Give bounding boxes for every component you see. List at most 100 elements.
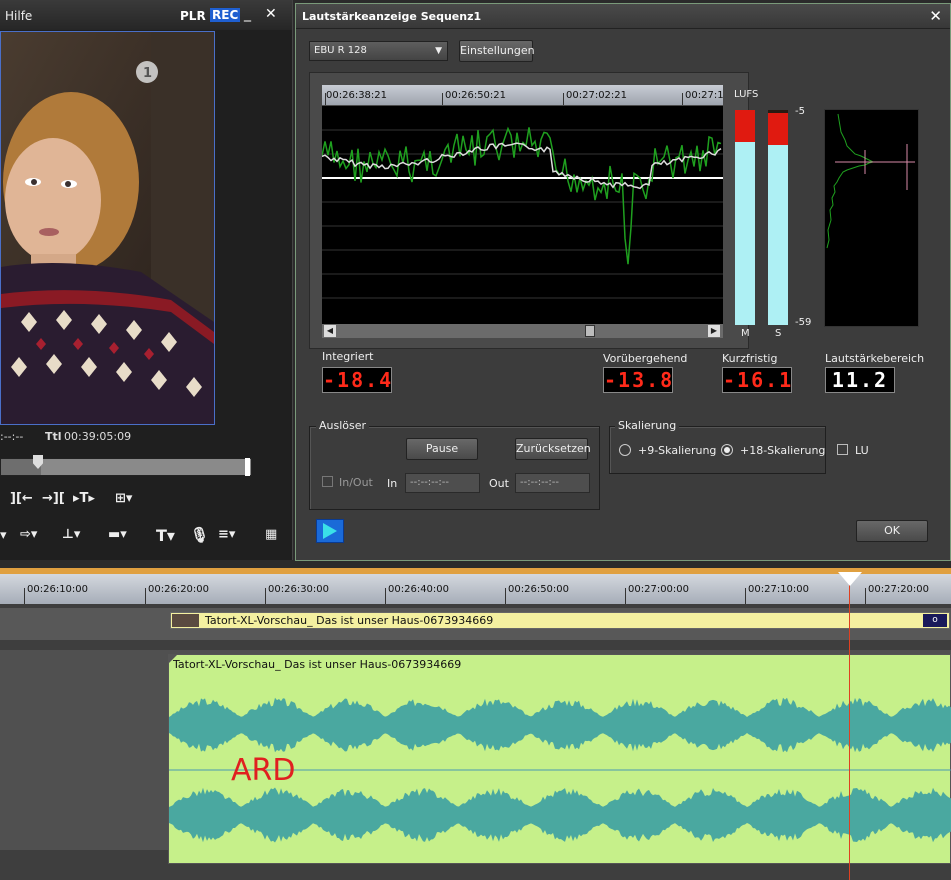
integrated-label: Integriert <box>322 350 374 363</box>
current-timecode: :--:-- <box>0 430 24 443</box>
timeline-label: 00:26:20:00 <box>148 584 210 595</box>
trigger-group-title: Auslöser <box>316 419 370 432</box>
ard-logo: 1 <box>143 66 152 81</box>
set-in-icon[interactable]: ][← <box>10 491 33 506</box>
shortterm-label: Kurzfristig <box>722 352 778 365</box>
video-clip-title: Tatort-XL-Vorschau_ Das ist unser Haus-0… <box>205 614 494 627</box>
scroll-left-icon[interactable]: ◀ <box>324 325 336 337</box>
timeline-label: 00:27:20:00 <box>868 584 930 595</box>
history-ruler: 00:26:38:21 00:26:50:21 00:27:02:21 00:2… <box>322 85 724 105</box>
video-clip[interactable]: Tatort-XL-Vorschau_ Das ist unser Haus-0… <box>170 612 950 629</box>
clip-thumbnail <box>172 614 199 627</box>
scrub-end-marker <box>245 458 250 476</box>
scale9-radio[interactable] <box>619 444 631 456</box>
timeline-ruler[interactable]: 00:26:10:00 00:26:20:00 00:26:30:00 00:2… <box>0 574 951 604</box>
loudness-history-panel: 00:26:38:21 00:26:50:21 00:27:02:21 00:2… <box>309 72 749 349</box>
dropdown-icon[interactable]: ▾ <box>0 528 7 543</box>
timeline-panel: 00:26:10:00 00:26:20:00 00:26:30:00 00:2… <box>0 568 951 880</box>
transition-icon[interactable]: ▬▾ <box>108 527 127 542</box>
export-menu-icon[interactable]: ⊞▾ <box>115 491 132 506</box>
shortterm-meter <box>768 110 788 325</box>
audio-mixer-icon[interactable]: ≡▾ <box>218 527 235 542</box>
timeline-label: 00:26:40:00 <box>388 584 450 595</box>
playhead-line[interactable] <box>849 580 850 880</box>
video-frame-image: 1 <box>1 32 214 424</box>
timeline-label: 00:27:10:00 <box>748 584 810 595</box>
in-label: In <box>387 477 398 490</box>
ruler-label: 00:27:1 <box>685 90 724 101</box>
timeline-label: 00:26:50:00 <box>508 584 570 595</box>
player-titlebar: Hilfe PLR REC _ ✕ <box>0 0 292 30</box>
loudness-range-label: Lautstärkebereich <box>825 352 925 365</box>
lu-checkbox[interactable] <box>837 444 848 455</box>
help-menu[interactable]: Hilfe <box>5 9 32 23</box>
microphone-icon[interactable]: 🎙 <box>190 526 209 544</box>
histogram-plot <box>826 113 915 249</box>
settings-button[interactable]: Einstellungen <box>459 40 535 62</box>
marker-icon[interactable]: ⊥▾ <box>62 527 80 542</box>
scroll-right-icon[interactable]: ▶ <box>708 325 720 337</box>
in-field[interactable]: --:--:--:-- <box>405 473 480 493</box>
timecode-row: :--:-- Ttl 00:39:05:09 <box>0 430 292 446</box>
inout-checkbox[interactable] <box>322 476 333 487</box>
ruler-label: 00:26:50:21 <box>445 90 507 101</box>
timeline-label: 00:27:00:00 <box>628 584 690 595</box>
dialog-title: Lautstärkeanzeige Sequenz1 <box>302 10 482 23</box>
ruler-label: 00:27:02:21 <box>566 90 628 101</box>
integrated-value: -18.4 <box>322 367 394 393</box>
video-preview: 1 <box>0 31 215 425</box>
pause-button[interactable]: Pause <box>406 438 478 460</box>
scale-bottom-label: -59 <box>795 317 812 328</box>
close-icon[interactable]: ✕ <box>265 6 277 22</box>
audio-clip[interactable]: Tatort-XL-Vorschau_ Das ist unser Haus-0… <box>168 654 951 864</box>
out-field[interactable]: --:--:--:-- <box>515 473 590 493</box>
loudness-range-histogram <box>824 109 919 327</box>
shortterm-value: -16.1 <box>722 367 794 393</box>
momentary-label: Vorübergehend <box>603 352 688 365</box>
minimize-icon[interactable]: _ <box>244 6 251 22</box>
ripple-icon[interactable]: ⇨▾ <box>20 527 37 542</box>
reset-button[interactable]: Zurücksetzen <box>515 438 591 460</box>
lu-label: LU <box>855 444 869 457</box>
dialog-titlebar: Lautstärkeanzeige Sequenz1 ✕ <box>296 4 950 29</box>
insert-icon[interactable]: ▸T▸ <box>73 491 95 506</box>
set-out-icon[interactable]: →][ <box>42 491 65 506</box>
player-window: Hilfe PLR REC _ ✕ 1:--:-- Ttl 00:39:05:… <box>0 0 293 560</box>
loudness-graph <box>321 106 723 324</box>
loudness-meter-dialog: Lautstärkeanzeige Sequenz1 ✕ EBU R 128 ▼… <box>295 3 951 561</box>
loudness-curve <box>321 126 723 299</box>
ok-button[interactable]: OK <box>856 520 928 542</box>
ruler-label: 00:26:38:21 <box>326 90 388 101</box>
loudness-range-value: 11.2 <box>825 367 895 393</box>
scroll-thumb[interactable] <box>585 325 595 337</box>
play-icon[interactable] <box>316 519 344 543</box>
scale-top-label: -5 <box>795 106 805 117</box>
ttl-label: Ttl <box>45 430 62 443</box>
horizontal-scrollbar[interactable]: ◀ ▶ <box>322 324 723 338</box>
ttl-timecode: 00:39:05:09 <box>64 430 132 443</box>
out-label: Out <box>489 477 509 490</box>
meter-s-label: S <box>775 328 782 339</box>
scale9-label: +9-Skalierung <box>638 444 717 457</box>
clip-end-icon: o <box>923 614 947 627</box>
plr-indicator[interactable]: PLR <box>180 9 206 23</box>
preset-value: EBU R 128 <box>314 45 367 56</box>
inout-label: In/Out <box>339 476 373 489</box>
timeline-label: 00:26:30:00 <box>268 584 330 595</box>
scaling-group-title: Skalierung <box>615 419 680 432</box>
rec-indicator[interactable]: REC <box>210 8 241 22</box>
chevron-down-icon: ▼ <box>435 46 442 56</box>
preset-select[interactable]: EBU R 128 ▼ <box>309 41 448 61</box>
meter-m-label: M <box>741 328 750 339</box>
grid-icon[interactable]: ▦ <box>265 527 277 542</box>
scale18-label: +18-Skalierung <box>740 444 826 457</box>
ard-overlay-text: ARD <box>231 753 296 788</box>
close-icon[interactable]: ✕ <box>929 7 942 25</box>
scale18-radio[interactable] <box>721 444 733 456</box>
momentary-value: -13.8 <box>603 367 675 393</box>
audio-clip-title: Tatort-XL-Vorschau_ Das ist unser Haus-0… <box>173 658 462 671</box>
momentary-meter <box>735 110 755 325</box>
lufs-label: LUFS <box>734 89 759 100</box>
title-icon[interactable]: T▾ <box>156 526 175 545</box>
timeline-label: 00:26:10:00 <box>27 584 89 595</box>
